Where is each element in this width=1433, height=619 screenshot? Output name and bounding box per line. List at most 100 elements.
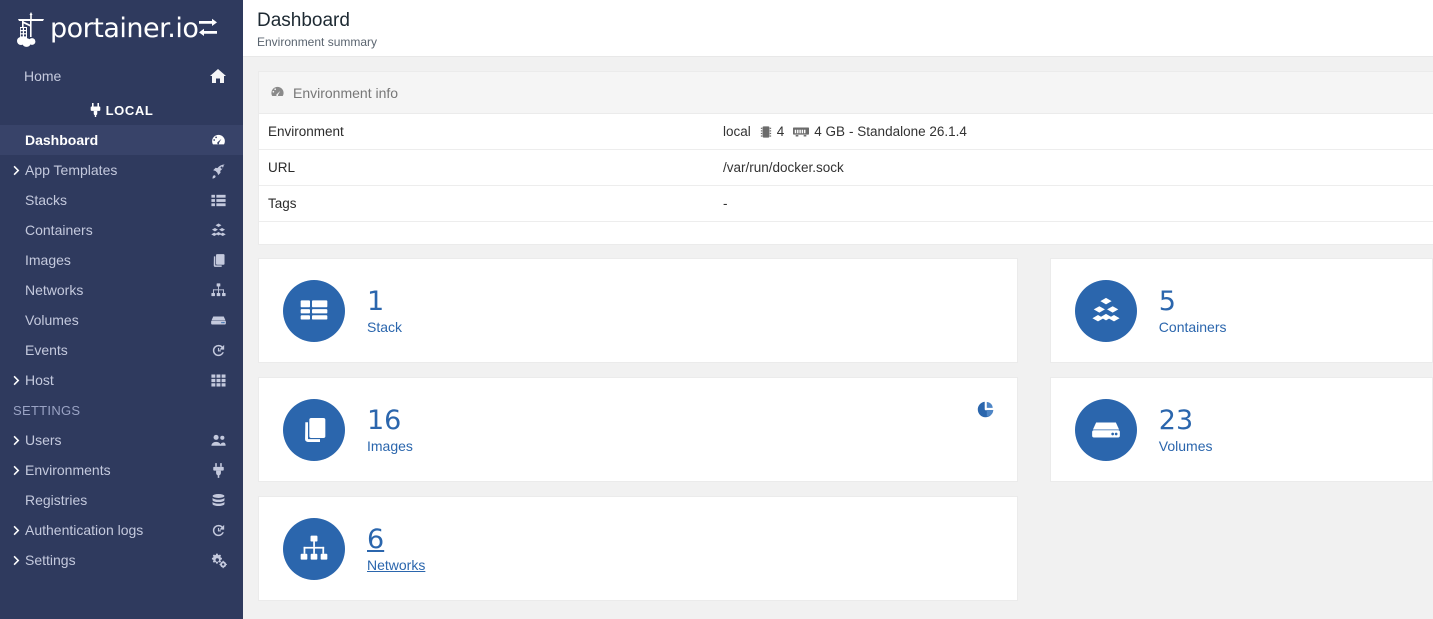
containers-icon: [1074, 279, 1137, 342]
dashboard-card-images[interactable]: 16 Images: [258, 377, 1018, 482]
history-icon: [208, 521, 227, 540]
images-icon: [208, 251, 227, 270]
tags-row-key: Tags: [268, 196, 297, 211]
dashboard-card-label: Volumes: [1158, 437, 1213, 454]
pie-chart-icon[interactable]: [976, 400, 995, 424]
sidebar-item-label: Images: [25, 252, 71, 268]
environment-row: Environment local 4 4 GB - Standalone 26…: [259, 114, 1433, 150]
sidebar-item-label: Host: [25, 372, 54, 388]
sidebar-item-environments[interactable]: Environments: [0, 455, 243, 485]
images-icon: [283, 398, 345, 461]
sidebar-item-registries[interactable]: Registries: [0, 485, 243, 515]
dashboard-card-containers[interactable]: 5 Containers: [1049, 258, 1433, 363]
url-row-key: URL: [268, 160, 296, 175]
dashboard-card-volumes[interactable]: 23 Volumes: [1049, 377, 1433, 482]
environment-info-panel: Environment info Environment local 4 4 G…: [258, 71, 1433, 245]
sidebar-item-authentication-logs[interactable]: Authentication logs: [0, 515, 243, 545]
sidebar-item-host[interactable]: Host: [0, 365, 243, 395]
environment-info-title: Environment info: [293, 84, 399, 101]
sidebar-item-label: Containers: [25, 222, 93, 238]
environment-name: local: [723, 124, 751, 139]
card-column-left: 1 Stack 16 Images 6 Networks: [258, 258, 1018, 601]
content-area: Environment info Environment local 4 4 G…: [243, 57, 1433, 601]
environment-version: - Standalone 26.1.4: [849, 124, 967, 139]
sidebar-item-volumes[interactable]: Volumes: [0, 305, 243, 335]
page-subtitle: Environment summary: [257, 35, 378, 49]
tachometer-icon: [208, 131, 227, 150]
containers-icon: [208, 221, 227, 240]
rocket-icon: [208, 161, 227, 180]
sidebar-item-stacks[interactable]: Stacks: [0, 185, 243, 215]
sidebar-item-events[interactable]: Events: [0, 335, 243, 365]
dashboard-card-stack[interactable]: 1 Stack: [258, 258, 1018, 363]
dashboard-card-label: Images: [367, 437, 413, 454]
chevron-right-icon[interactable]: [9, 375, 25, 386]
sidebar-toggle-icon[interactable]: [195, 18, 221, 40]
chevron-right-icon[interactable]: [9, 555, 25, 566]
brand-header: portainer.io: [0, 0, 243, 57]
dashboard-card-body: 16 Images: [367, 404, 413, 454]
database-icon: [208, 491, 227, 510]
sidebar-item-label: Environments: [25, 462, 111, 478]
chevron-right-icon[interactable]: [9, 525, 25, 536]
sidebar-item-home[interactable]: Home: [0, 57, 243, 95]
sidebar: portainer.io Home LOCAL Dashboard App Te…: [0, 0, 243, 619]
environment-badge[interactable]: LOCAL: [0, 95, 243, 125]
dashboard-card-count: 16: [367, 404, 402, 436]
sidebar-item-label: Networks: [25, 282, 84, 298]
tachometer-icon: [271, 86, 284, 97]
plug-icon: [90, 103, 100, 117]
chevron-right-icon[interactable]: [9, 465, 25, 476]
card-column-right: 5 Containers 23 Volumes: [1049, 258, 1433, 601]
sitemap-icon: [283, 517, 345, 580]
sidebar-item-label: Home: [24, 68, 62, 84]
dashboard-card-grid: 1 Stack 16 Images 6 Networks 5 Containers 23 Vol…: [258, 258, 1433, 601]
url-row-value: /var/run/docker.sock: [723, 160, 844, 175]
plug-icon: [208, 461, 227, 480]
environment-info-header: Environment info: [259, 72, 1433, 114]
sidebar-item-label: Authentication logs: [25, 522, 144, 538]
dashboard-card-count: 5: [1158, 285, 1176, 317]
dashboard-card-label: Containers: [1158, 318, 1227, 335]
sidebar-item-label: Registries: [25, 492, 88, 508]
sidebar-item-label: App Templates: [25, 162, 118, 178]
chevron-right-icon[interactable]: [9, 435, 25, 446]
sidebar-item-settings[interactable]: Settings: [0, 545, 243, 575]
chevron-right-icon[interactable]: [9, 165, 25, 176]
sidebar-item-users[interactable]: Users: [0, 425, 243, 455]
home-icon: [209, 67, 227, 85]
cpu-icon: [760, 125, 772, 139]
environment-row-key: Environment: [268, 124, 344, 139]
environment-badge-label: LOCAL: [105, 102, 154, 118]
sidebar-item-app-templates[interactable]: App Templates: [0, 155, 243, 185]
dashboard-card-count: 23: [1158, 404, 1194, 436]
sidebar-section-settings: SETTINGS: [13, 402, 81, 418]
users-icon: [208, 431, 227, 450]
dashboard-card-label: Networks: [367, 556, 426, 573]
memory-icon: [793, 126, 810, 137]
sidebar-item-label: Events: [25, 342, 68, 358]
sidebar-item-label: Dashboard: [25, 132, 99, 148]
sidebar-settings-nav: Users Environments Registries Authenticatio…: [0, 425, 243, 575]
history-icon: [208, 341, 227, 360]
dashboard-card-count: 1: [367, 285, 385, 317]
sidebar-item-label: Settings: [25, 552, 76, 568]
dashboard-card-body: 1 Stack: [367, 285, 402, 335]
page-header: Dashboard Environment summary: [243, 0, 1433, 57]
sidebar-item-images[interactable]: Images: [0, 245, 243, 275]
th-icon: [208, 371, 227, 390]
sidebar-item-label: Volumes: [25, 312, 79, 328]
environment-row-value: local 4 4 GB - Standalone 26.1.4: [723, 124, 967, 139]
panel-footer: [259, 222, 1433, 244]
sidebar-item-networks[interactable]: Networks: [0, 275, 243, 305]
sidebar-item-dashboard[interactable]: Dashboard: [0, 125, 243, 155]
sidebar-item-containers[interactable]: Containers: [0, 215, 243, 245]
sidebar-nav: Dashboard App Templates Stacks Containers Im…: [0, 125, 243, 395]
list-icon: [208, 191, 227, 210]
portainer-logo-icon: [14, 10, 48, 48]
tags-row: Tags -: [259, 186, 1433, 222]
tags-row-value: -: [723, 196, 728, 211]
cogs-icon: [208, 551, 227, 570]
dashboard-card-networks[interactable]: 6 Networks: [258, 496, 1018, 601]
dashboard-card-body: 5 Containers: [1158, 285, 1227, 335]
